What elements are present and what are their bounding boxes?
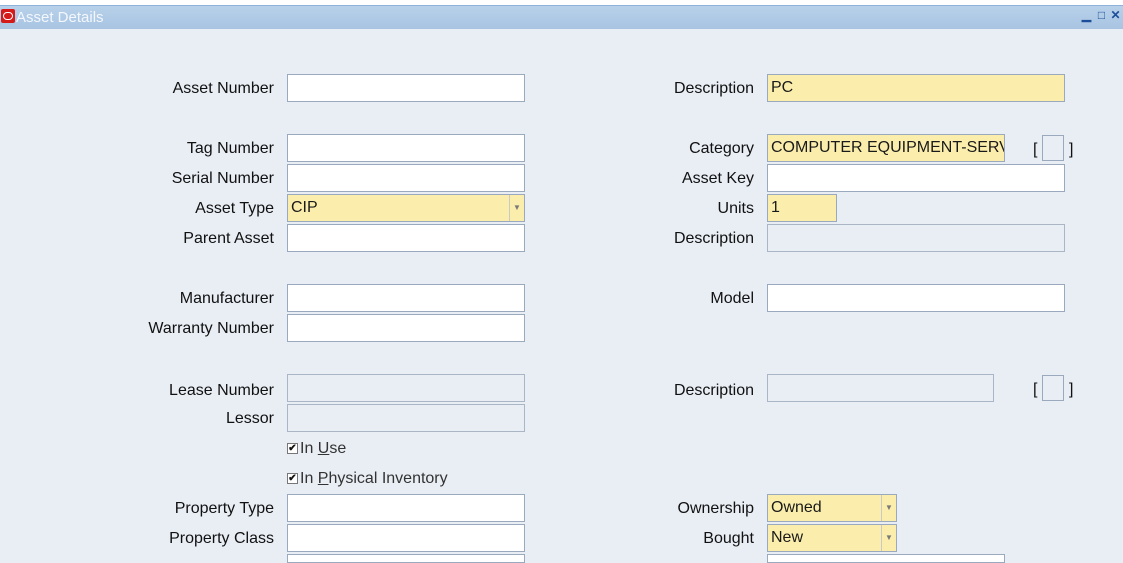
asset-key-field[interactable] [767, 164, 1065, 192]
model-field[interactable] [767, 284, 1065, 312]
in-use-label[interactable]: In Use [300, 440, 346, 458]
in-physical-inventory-checkbox[interactable]: ✔ [287, 473, 298, 484]
lease-number-field[interactable] [287, 374, 525, 402]
close-icon[interactable]: ✕ [1110, 9, 1121, 21]
lease-dff-open-bracket: [ [1033, 381, 1038, 398]
tag-number-field[interactable] [287, 134, 525, 162]
in-use-label-pre: In [300, 440, 318, 457]
bought-select[interactable]: New ▼ [767, 524, 897, 552]
in-use-label-post: se [329, 440, 347, 457]
minimize-icon[interactable]: ▁ [1081, 9, 1092, 21]
oracle-app-icon [1, 9, 15, 23]
category-dff-field[interactable] [1042, 135, 1064, 161]
property-class-label: Property Class [169, 530, 274, 547]
parent-asset-label: Parent Asset [183, 230, 274, 247]
property-class-field[interactable] [287, 524, 525, 552]
inventory-label-pre: In [300, 470, 318, 487]
parent-description-label: Description [673, 230, 754, 247]
lease-number-label: Lease Number [169, 382, 274, 399]
in-use-label-accel: U [317, 440, 330, 457]
property-type-field[interactable] [287, 494, 525, 522]
asset-type-value: CIP [291, 199, 318, 216]
tag-number-label: Tag Number [186, 140, 274, 157]
lease-description-field[interactable] [767, 374, 994, 402]
inventory-label-post: hysical Inventory [328, 470, 448, 487]
asset-key-label: Asset Key [681, 170, 754, 187]
property-type-label: Property Type [174, 500, 274, 517]
category-dff-open-bracket: [ [1033, 141, 1038, 158]
ownership-value: Owned [771, 499, 822, 516]
manufacturer-label: Manufacturer [179, 290, 274, 307]
asset-type-select[interactable]: CIP ▼ [287, 194, 525, 222]
maximize-icon[interactable]: □ [1096, 9, 1107, 21]
units-label: Units [717, 200, 754, 217]
next-row-right-field-partial[interactable] [767, 554, 1005, 563]
category-label: Category [689, 140, 754, 157]
parent-description-field[interactable] [767, 224, 1065, 252]
lease-dff-field[interactable] [1042, 375, 1064, 401]
chevron-down-icon[interactable]: ▼ [509, 195, 524, 221]
inventory-label-accel: P [317, 470, 329, 487]
parent-asset-field[interactable] [287, 224, 525, 252]
bought-value: New [771, 529, 804, 546]
chevron-down-icon[interactable]: ▼ [881, 525, 896, 551]
in-use-checkbox[interactable]: ✔ [287, 443, 298, 454]
window-title: Asset Details [16, 9, 104, 26]
serial-number-label: Serial Number [171, 170, 274, 187]
serial-number-field[interactable] [287, 164, 525, 192]
lessor-field[interactable] [287, 404, 525, 432]
description-label: Description [673, 80, 754, 97]
in-physical-inventory-label[interactable]: In Physical Inventory [300, 470, 448, 488]
ownership-select[interactable]: Owned ▼ [767, 494, 897, 522]
model-label: Model [710, 290, 754, 307]
warranty-number-field[interactable] [287, 314, 525, 342]
lease-description-label: Description [673, 382, 754, 399]
chevron-down-icon[interactable]: ▼ [881, 495, 896, 521]
manufacturer-field[interactable] [287, 284, 525, 312]
asset-number-label: Asset Number [172, 80, 274, 97]
category-dff-close-bracket: ] [1069, 141, 1074, 158]
lease-dff-close-bracket: ] [1069, 381, 1074, 398]
category-field[interactable]: COMPUTER EQUIPMENT-SERV [767, 134, 1005, 162]
lessor-label: Lessor [225, 410, 274, 427]
description-field[interactable]: PC [767, 74, 1065, 102]
warranty-number-label: Warranty Number [148, 320, 274, 337]
ownership-label: Ownership [677, 500, 754, 517]
window-titlebar[interactable]: Asset Details ▁ □ ✕ [0, 5, 1123, 29]
asset-type-label: Asset Type [195, 200, 274, 217]
units-field[interactable]: 1 [767, 194, 837, 222]
asset-number-field[interactable] [287, 74, 525, 102]
next-row-field-partial[interactable] [287, 554, 525, 563]
bought-label: Bought [703, 530, 754, 547]
